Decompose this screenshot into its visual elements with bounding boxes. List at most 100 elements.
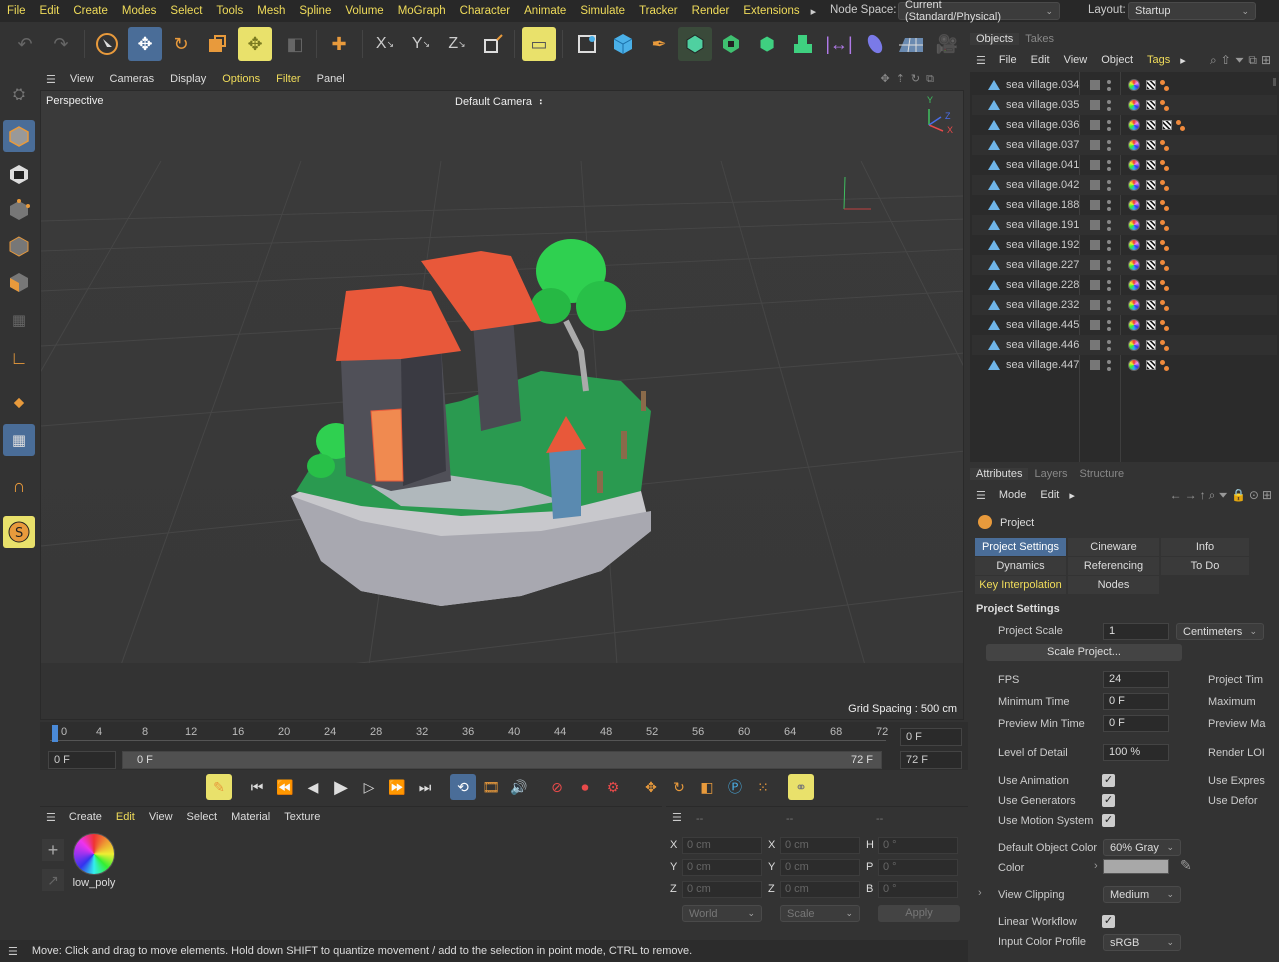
menu-edit[interactable]: Edit — [33, 5, 67, 17]
obj-menu-tags[interactable]: Tags — [1140, 54, 1177, 66]
tab-attributes[interactable]: Attributes — [970, 468, 1029, 480]
texture-tag-icon[interactable] — [1146, 120, 1156, 130]
phong-tag-icon[interactable] — [1160, 339, 1169, 351]
editor-visibility-icon[interactable] — [1090, 320, 1100, 330]
expand-arrow-icon[interactable]: › — [978, 887, 982, 899]
editor-visibility-icon[interactable] — [1090, 200, 1100, 210]
viewport-menu-filter[interactable]: Filter — [268, 73, 308, 85]
texture-tag-icon[interactable] — [1146, 220, 1156, 230]
texture-tag-icon[interactable] — [1146, 260, 1156, 270]
texture-tag-icon[interactable] — [1146, 160, 1156, 170]
object-name[interactable]: sea village.227 — [1006, 259, 1086, 271]
hamburger-icon[interactable]: ☰ — [970, 489, 992, 502]
phong-tag-icon[interactable] — [1160, 259, 1169, 271]
material-menu-edit[interactable]: Edit — [109, 811, 142, 823]
visibility-dots-icon[interactable] — [1106, 338, 1112, 352]
linear-workflow-checkbox[interactable]: ✓ — [1102, 915, 1115, 928]
editor-visibility-icon[interactable] — [1090, 180, 1100, 190]
editor-visibility-icon[interactable] — [1090, 100, 1100, 110]
phong-tag-icon[interactable] — [1160, 99, 1169, 111]
texture-tag-icon[interactable] — [1146, 180, 1156, 190]
object-row[interactable]: sea village.227 — [972, 255, 1277, 275]
obj-menu-edit[interactable]: Edit — [1024, 54, 1057, 66]
attr-menu-mode[interactable]: Mode — [992, 489, 1034, 501]
viewport-menu-display[interactable]: Display — [162, 73, 214, 85]
texture-tag-icon[interactable] — [1146, 240, 1156, 250]
material-tag-icon[interactable] — [1128, 179, 1140, 191]
points-mode-icon[interactable] — [3, 194, 35, 226]
key-param-icon[interactable]: Ⓟ — [722, 774, 748, 800]
object-row[interactable]: sea village.188 — [972, 195, 1277, 215]
visibility-dots-icon[interactable] — [1106, 358, 1112, 372]
input-profile-dropdown[interactable]: sRGB ⌄ — [1103, 934, 1181, 951]
key-rotation-icon[interactable]: ↻ — [666, 774, 692, 800]
script-icon[interactable]: S — [3, 516, 35, 548]
texture-tag-icon[interactable] — [1146, 280, 1156, 290]
previous-key-icon[interactable]: ⏪ — [272, 774, 298, 800]
texture-tag-icon[interactable] — [1146, 140, 1156, 150]
use-animation-checkbox[interactable]: ✓ — [1102, 774, 1115, 787]
menu-mograph[interactable]: MoGraph — [391, 5, 453, 17]
timeline-playhead[interactable] — [52, 725, 58, 742]
editor-visibility-icon[interactable] — [1090, 80, 1100, 90]
go-to-end-icon[interactable]: ⏭ — [412, 774, 438, 800]
viewport-menu-cameras[interactable]: Cameras — [102, 73, 163, 85]
record-position-icon[interactable]: ⊘ — [544, 774, 570, 800]
material-tag-icon[interactable] — [1128, 339, 1140, 351]
size-x-field[interactable]: 0 cm — [780, 837, 860, 854]
visibility-dots-icon[interactable] — [1106, 78, 1112, 92]
locked-workplane-icon[interactable]: ▦ — [3, 424, 35, 456]
layout-dropdown[interactable]: Startup ⌄ — [1128, 2, 1256, 20]
camera-icon[interactable]: 🎥 — [930, 27, 964, 61]
start-frame-field[interactable]: 0 F — [48, 751, 116, 769]
object-row[interactable]: sea village.041 — [972, 155, 1277, 175]
material-menu-select[interactable]: Select — [180, 811, 225, 823]
material-tag-icon[interactable] — [1128, 319, 1140, 331]
node-space-dropdown[interactable]: Current (Standard/Physical) ⌄ — [898, 0, 1060, 23]
subtab-key-interpolation[interactable]: Key Interpolation — [975, 576, 1066, 594]
tab-layers[interactable]: Layers — [1028, 468, 1073, 480]
object-row[interactable]: sea village.192 — [972, 235, 1277, 255]
texture-mode-icon[interactable] — [3, 158, 35, 190]
visibility-dots-icon[interactable] — [1106, 158, 1112, 172]
material-tag-icon[interactable] — [1128, 199, 1140, 211]
x-axis-lock-icon[interactable]: X ↘ — [368, 27, 402, 61]
editor-visibility-icon[interactable] — [1090, 340, 1100, 350]
timeline-window-icon[interactable]: ⚭ — [788, 774, 814, 800]
view-clipping-dropdown[interactable]: Medium ⌄ — [1103, 886, 1181, 903]
menu-tracker[interactable]: Tracker — [632, 5, 685, 17]
rotate-tool-icon[interactable]: ↻ — [164, 27, 198, 61]
phong-tag-icon[interactable] — [1176, 119, 1185, 131]
workplane-icon[interactable]: ⬥ — [3, 386, 35, 418]
hamburger-icon[interactable]: ☰ — [0, 945, 26, 958]
uv-mode-icon[interactable]: ▦ — [3, 304, 35, 336]
end-frame-field[interactable]: 72 F — [900, 751, 962, 769]
phong-tag-icon[interactable] — [1160, 359, 1169, 371]
obj-menu-file[interactable]: File — [992, 54, 1024, 66]
rot-b-field[interactable]: 0 ° — [878, 881, 958, 898]
object-row[interactable]: sea village.042 — [972, 175, 1277, 195]
material-menu-material[interactable]: Material — [224, 811, 277, 823]
camera-toggle-icon[interactable]: ⠰ — [535, 96, 543, 108]
object-row[interactable]: sea village.447 — [972, 355, 1277, 375]
apply-button[interactable]: Apply — [878, 905, 960, 922]
material-tag-icon[interactable] — [1128, 99, 1140, 111]
world-coordinates-icon[interactable] — [476, 27, 510, 61]
frame-range-slider[interactable]: 0 F 72 F — [122, 751, 882, 769]
phong-tag-icon[interactable] — [1160, 299, 1169, 311]
material-tag-icon[interactable] — [1128, 139, 1140, 151]
render-region-icon[interactable]: ▭ — [522, 27, 556, 61]
object-list-scrollbar[interactable] — [1273, 78, 1276, 86]
autokey-icon[interactable]: ⚙ — [600, 774, 626, 800]
visibility-dots-icon[interactable] — [1106, 298, 1112, 312]
material-tag-icon[interactable] — [1128, 259, 1140, 271]
material-tag-icon[interactable] — [1128, 299, 1140, 311]
render-view-icon[interactable] — [570, 27, 604, 61]
object-name[interactable]: sea village.188 — [1006, 199, 1086, 211]
min-time-field[interactable]: 0 F — [1103, 693, 1169, 710]
project-scale-field[interactable]: 1 — [1103, 623, 1169, 640]
menu-modes[interactable]: Modes — [115, 5, 164, 17]
film-icon[interactable]: 🎞 — [478, 774, 504, 800]
menu-animate[interactable]: Animate — [517, 5, 573, 17]
menu-spline[interactable]: Spline — [292, 5, 338, 17]
